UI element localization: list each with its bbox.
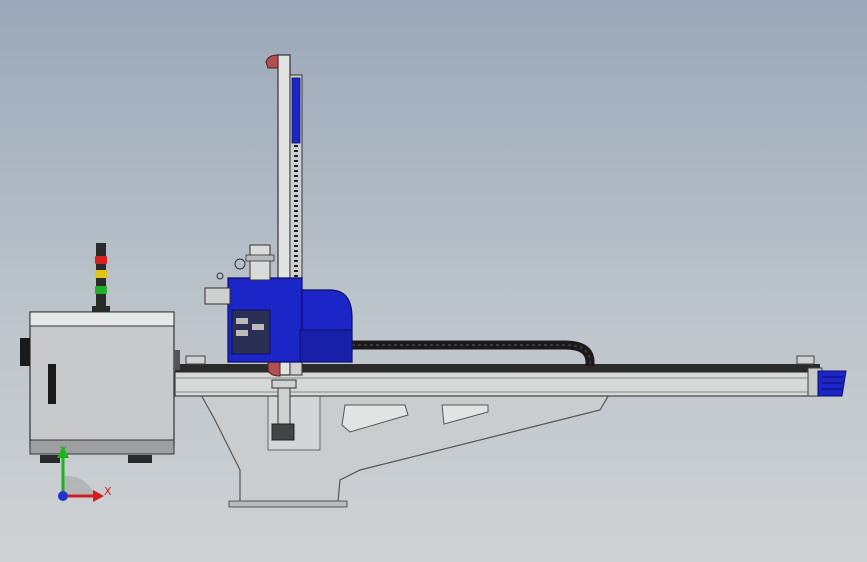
stack-light-lamp-yellow — [95, 270, 107, 278]
y-axis-label: Y — [59, 444, 67, 457]
beam-end-cap — [817, 370, 847, 397]
cabinet-handle — [48, 364, 56, 404]
stack-light-lamp-red — [95, 256, 107, 264]
x-axis-label: X — [104, 485, 112, 498]
cable-drag-chain — [352, 340, 595, 366]
stack-light — [92, 243, 110, 312]
stack-light-lamp-green — [95, 286, 107, 294]
origin-point — [58, 491, 68, 501]
rail-end-stop-right — [796, 355, 815, 365]
cabinet-side-vent — [20, 338, 30, 366]
y-axis-carriage — [227, 277, 353, 363]
gantry-robot-model: Y X — [20, 54, 847, 508]
cad-viewport[interactable]: Y X — [0, 0, 867, 562]
rail-end-stop-left — [185, 355, 206, 365]
pedestal-frame — [198, 392, 612, 508]
control-cabinet — [20, 311, 180, 463]
